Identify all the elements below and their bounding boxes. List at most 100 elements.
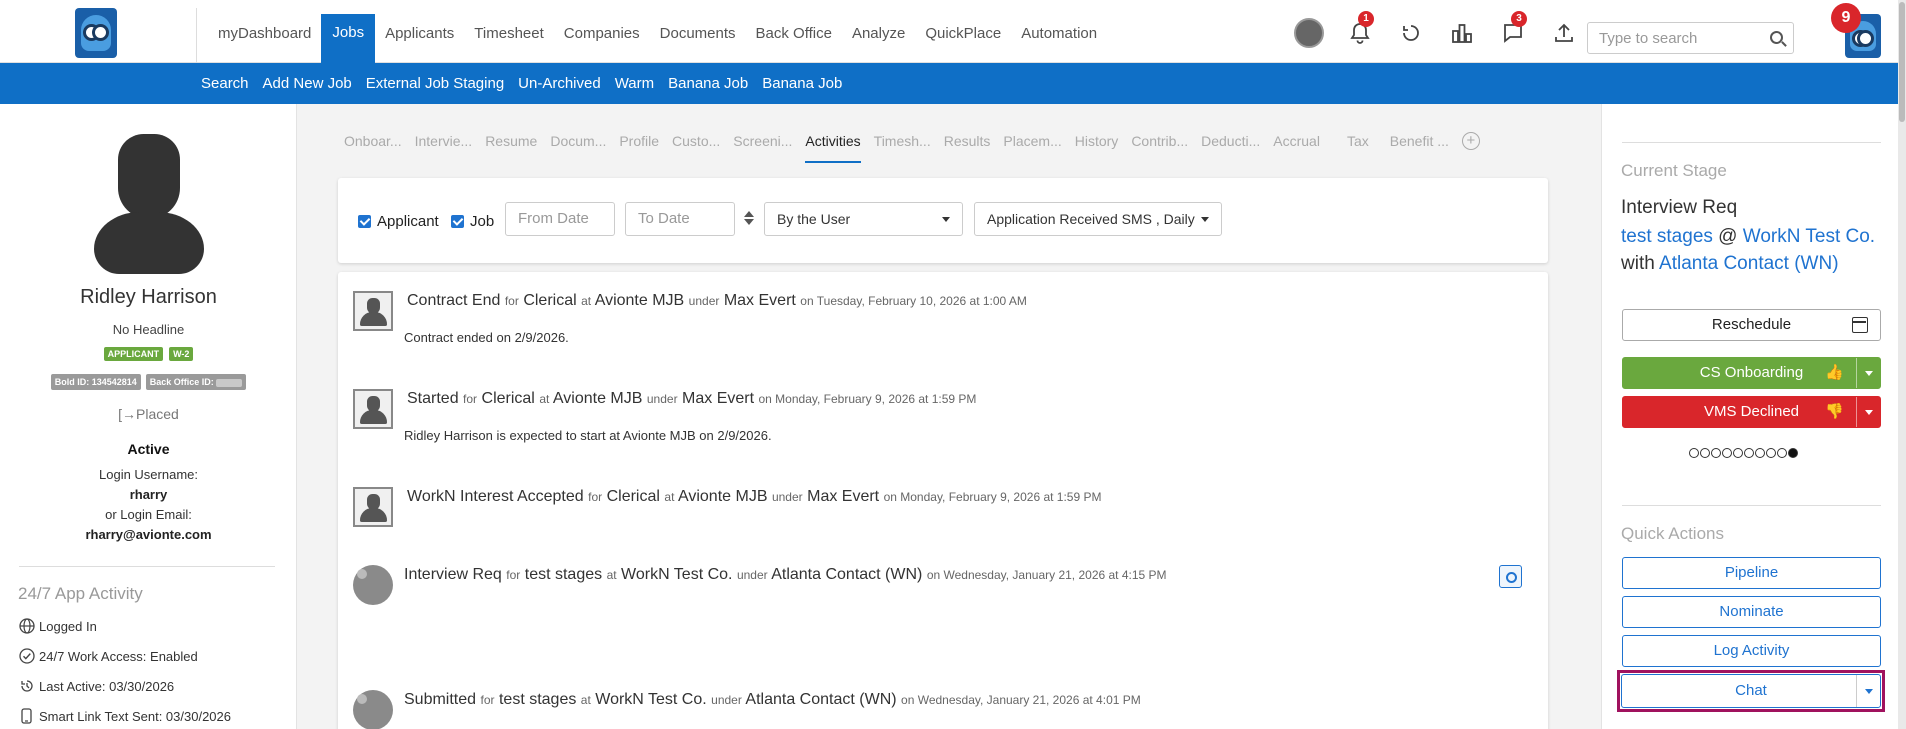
cs-onboarding-dropdown[interactable] bbox=[1856, 358, 1880, 388]
upload-button[interactable] bbox=[1538, 16, 1589, 50]
search-input[interactable] bbox=[1599, 23, 1769, 53]
activity-job[interactable]: Clerical bbox=[482, 390, 535, 407]
app-logo[interactable] bbox=[75, 8, 117, 58]
activity-job[interactable]: Clerical bbox=[523, 292, 576, 309]
logo-divider bbox=[196, 8, 197, 63]
search-icon[interactable] bbox=[1770, 31, 1783, 44]
activity-job[interactable]: Clerical bbox=[607, 488, 660, 505]
progress-dot bbox=[1733, 448, 1743, 458]
activity-type[interactable]: Submitted bbox=[404, 691, 476, 708]
nav-item-mydashboard[interactable]: myDashboard bbox=[208, 0, 321, 63]
user-avatar-button[interactable] bbox=[1283, 16, 1334, 50]
tab-resume[interactable]: Resume bbox=[485, 129, 537, 163]
pipeline-button[interactable]: Pipeline bbox=[1622, 557, 1881, 589]
applicant-checkbox[interactable]: Applicant bbox=[358, 213, 439, 230]
activity-job[interactable]: test stages bbox=[525, 566, 602, 583]
progress-dot bbox=[1744, 448, 1754, 458]
activity-contact[interactable]: Atlanta Contact (WN) bbox=[745, 691, 896, 708]
tab-onboarding[interactable]: Onboar... bbox=[344, 129, 402, 163]
from-date-input[interactable]: From Date bbox=[505, 202, 615, 236]
subnav-external-job-staging[interactable]: External Job Staging bbox=[366, 75, 504, 92]
job-checkbox[interactable]: Job bbox=[451, 213, 494, 230]
log-activity-button[interactable]: Log Activity bbox=[1622, 635, 1881, 667]
vms-declined-button[interactable]: VMS Declined 👎 bbox=[1622, 396, 1881, 428]
to-date-input[interactable]: To Date bbox=[625, 202, 735, 236]
tab-accrual[interactable]: Accrual bbox=[1273, 129, 1320, 163]
subnav-banana-job[interactable]: Banana Job bbox=[668, 75, 748, 92]
subnav-add-new-job[interactable]: Add New Job bbox=[263, 75, 352, 92]
tab-history[interactable]: History bbox=[1075, 129, 1119, 163]
interview-details-icon[interactable] bbox=[1499, 565, 1522, 588]
tab-placements[interactable]: Placem... bbox=[1003, 129, 1061, 163]
nav-item-jobs[interactable]: Jobs bbox=[321, 14, 376, 63]
nav-item-companies[interactable]: Companies bbox=[554, 0, 650, 63]
under-word: under bbox=[711, 693, 742, 707]
chat-button[interactable]: Chat bbox=[1621, 674, 1881, 708]
tab-deductions[interactable]: Deducti... bbox=[1201, 129, 1260, 163]
nav-item-quickplace[interactable]: QuickPlace bbox=[915, 0, 1011, 63]
reschedule-button[interactable]: Reschedule bbox=[1622, 309, 1881, 341]
subnav-warm[interactable]: Warm bbox=[615, 75, 654, 92]
nav-item-applicants[interactable]: Applicants bbox=[375, 0, 464, 63]
tab-results[interactable]: Results bbox=[944, 129, 991, 163]
activity-company[interactable]: Avionte MJB bbox=[678, 488, 768, 505]
sort-by-select[interactable]: By the User bbox=[764, 202, 963, 236]
activity-company[interactable]: WorkN Test Co. bbox=[621, 566, 732, 583]
chat-label: Chat bbox=[1735, 682, 1767, 699]
tab-timesheet[interactable]: Timesh... bbox=[874, 129, 931, 163]
tab-interview[interactable]: Intervie... bbox=[415, 129, 473, 163]
subnav-banana-job-2[interactable]: Banana Job bbox=[762, 75, 842, 92]
activity-company[interactable]: Avionte MJB bbox=[553, 390, 643, 407]
add-tab-icon[interactable]: + bbox=[1461, 132, 1480, 150]
activity-contact[interactable]: Max Evert bbox=[682, 390, 754, 407]
profile-photo[interactable] bbox=[94, 134, 204, 274]
vms-declined-dropdown[interactable] bbox=[1856, 397, 1880, 427]
activity-type-select[interactable]: Application Received SMS , Daily bbox=[974, 202, 1222, 236]
placed-label: Placed bbox=[136, 406, 179, 422]
nav-item-timesheet[interactable]: Timesheet bbox=[464, 0, 553, 63]
nav-item-automation[interactable]: Automation bbox=[1011, 0, 1107, 63]
nav-item-analyze[interactable]: Analyze bbox=[842, 0, 915, 63]
activity-type[interactable]: Started bbox=[407, 390, 459, 407]
redacted-value bbox=[216, 378, 243, 387]
chat-dropdown[interactable] bbox=[1856, 675, 1880, 707]
activity-contact[interactable]: Atlanta Contact (WN) bbox=[771, 566, 922, 583]
activity-company[interactable]: Avionte MJB bbox=[595, 292, 685, 309]
tab-profile[interactable]: Profile bbox=[619, 129, 659, 163]
globe-icon bbox=[19, 618, 35, 634]
stage-company-link[interactable]: WorkN Test Co. bbox=[1743, 226, 1875, 247]
tab-contributions[interactable]: Contrib... bbox=[1131, 129, 1188, 163]
reports-button[interactable] bbox=[1436, 16, 1487, 50]
tab-custom[interactable]: Custo... bbox=[672, 129, 720, 163]
tab-benefits[interactable]: Benefit ... bbox=[1390, 129, 1449, 163]
history-button[interactable] bbox=[1385, 16, 1436, 50]
refresh-icon bbox=[1402, 25, 1419, 41]
nav-item-back-office[interactable]: Back Office bbox=[746, 0, 842, 63]
activity-type[interactable]: Contract End bbox=[407, 292, 500, 309]
stage-contact-link[interactable]: Atlanta Contact (WN) bbox=[1659, 253, 1839, 274]
subnav-un-archived[interactable]: Un-Archived bbox=[518, 75, 601, 92]
subnav-search[interactable]: Search bbox=[201, 75, 249, 92]
tab-activities[interactable]: Activities bbox=[805, 129, 861, 163]
activity-filters: Applicant Job From Date To Date By the U… bbox=[338, 178, 1548, 263]
activity-contact[interactable]: Max Evert bbox=[807, 488, 879, 505]
nav-item-documents[interactable]: Documents bbox=[650, 0, 746, 63]
activity-contact[interactable]: Max Evert bbox=[724, 292, 796, 309]
profile-tabs: Onboar... Intervie... Resume Docum... Pr… bbox=[344, 129, 1480, 163]
tab-screening[interactable]: Screeni... bbox=[733, 129, 792, 163]
nominate-button[interactable]: Nominate bbox=[1622, 596, 1881, 628]
cs-onboarding-button[interactable]: CS Onboarding 👍 bbox=[1622, 357, 1881, 389]
activity-type[interactable]: WorkN Interest Accepted bbox=[407, 488, 584, 505]
activity-company[interactable]: WorkN Test Co. bbox=[595, 691, 706, 708]
tab-tax[interactable]: Tax bbox=[1347, 129, 1369, 163]
page-scrollbar[interactable] bbox=[1898, 0, 1906, 729]
notifications-button[interactable]: 1 bbox=[1334, 11, 1385, 50]
tab-documents[interactable]: Docum... bbox=[550, 129, 606, 163]
scrollbar-thumb[interactable] bbox=[1899, 2, 1905, 122]
messages-button[interactable]: 3 bbox=[1487, 11, 1538, 50]
activity-type[interactable]: Interview Req bbox=[404, 566, 502, 583]
check-circle-icon bbox=[19, 648, 35, 664]
activity-job[interactable]: test stages bbox=[499, 691, 576, 708]
sort-icon[interactable] bbox=[744, 209, 754, 227]
stage-job-link[interactable]: test stages bbox=[1621, 226, 1713, 247]
